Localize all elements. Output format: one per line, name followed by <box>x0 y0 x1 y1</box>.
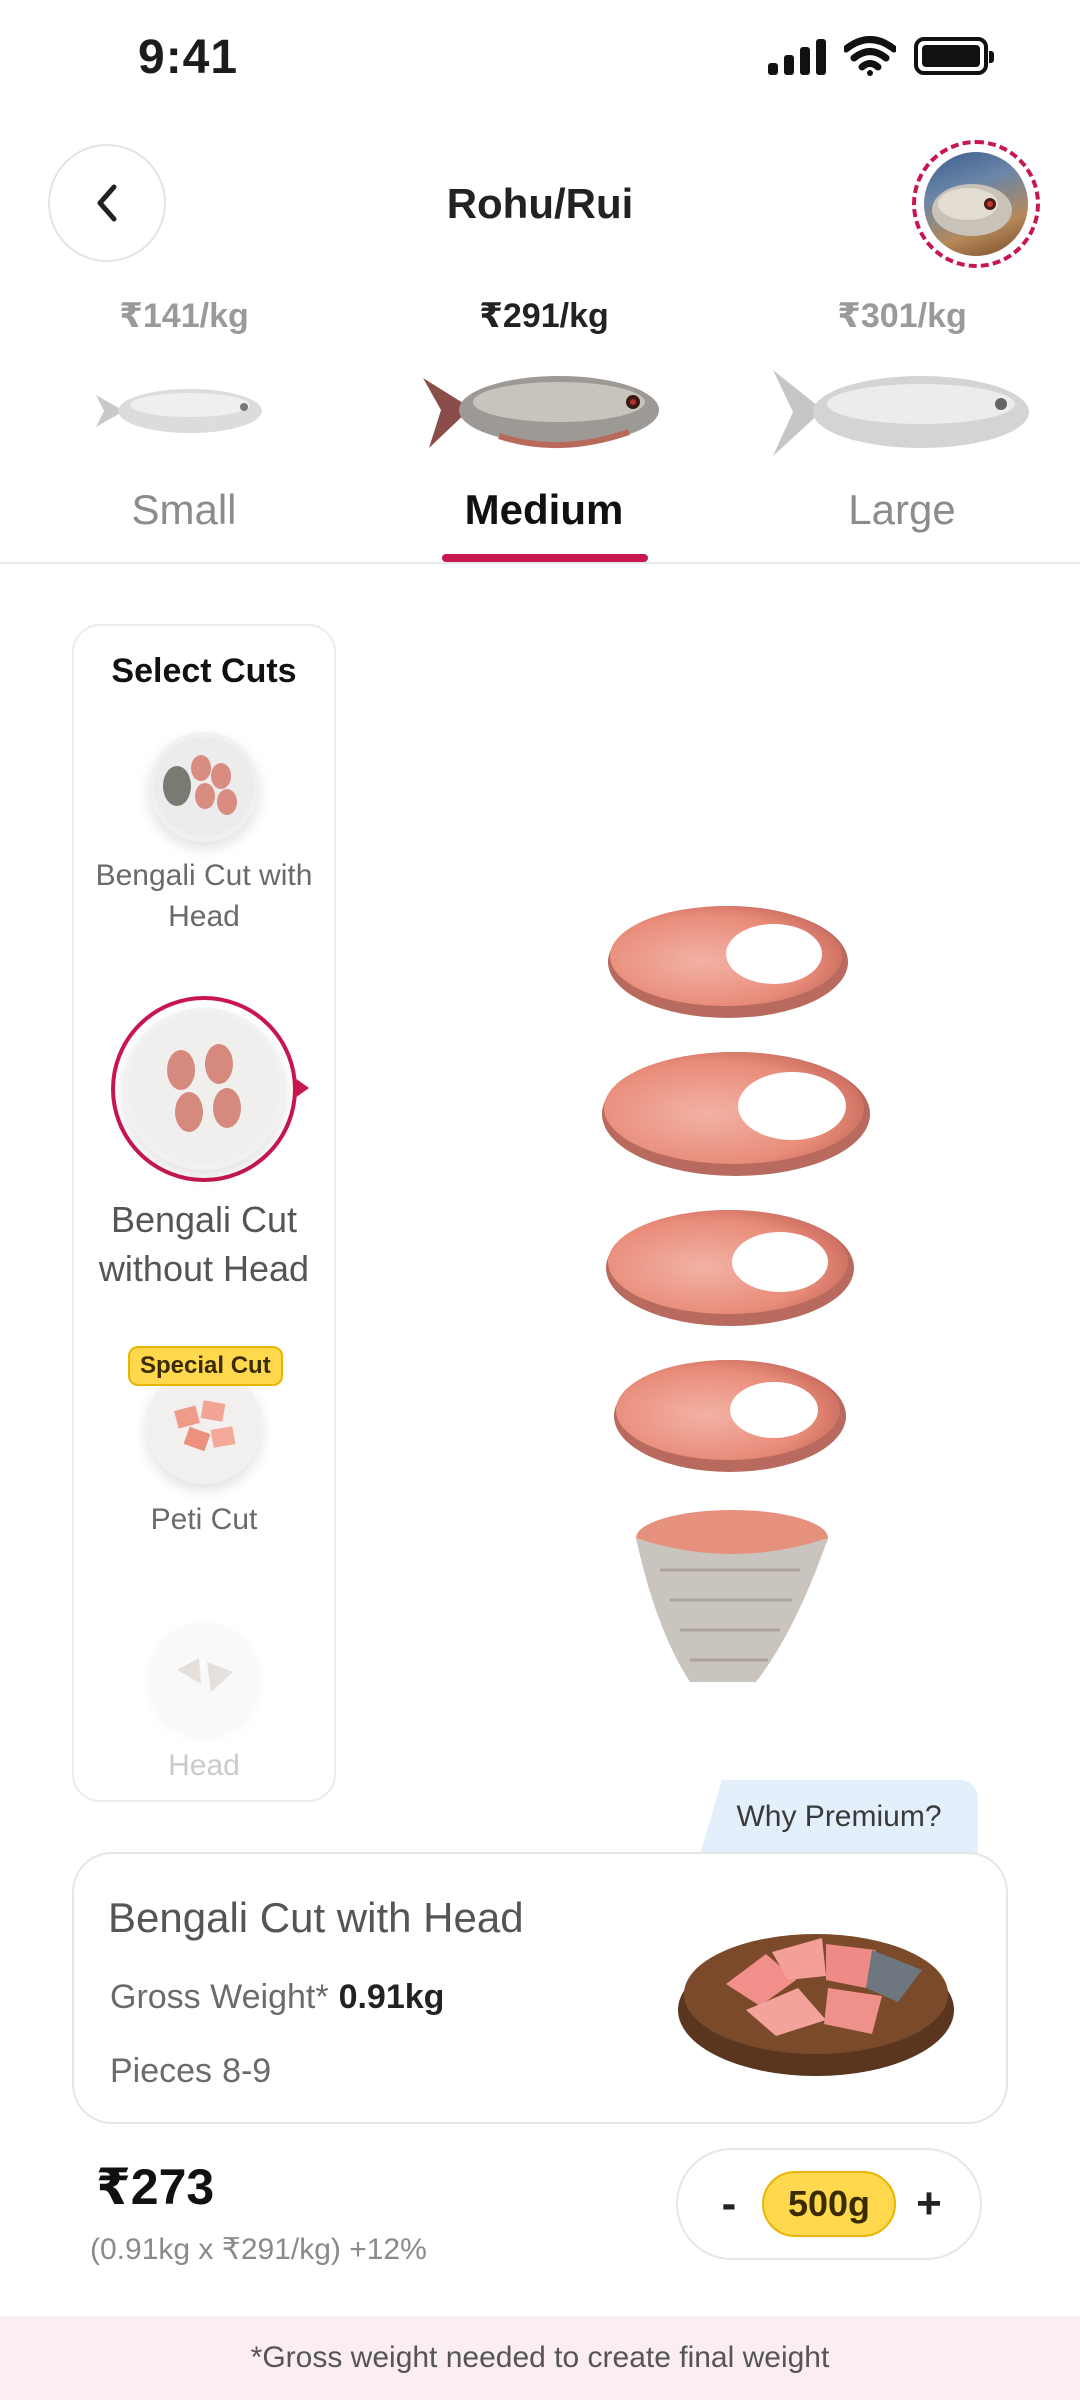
tab-medium-price: ₹291/kg <box>479 297 609 335</box>
cut-option-bengali-without-head[interactable]: Bengali Cut without Head <box>74 996 334 1293</box>
product-image <box>676 1884 966 2084</box>
tab-medium[interactable]: ₹291/kg Medium <box>374 290 714 562</box>
cut-thumb-head <box>149 1622 259 1732</box>
why-premium-link[interactable]: Why Premium? <box>700 1780 978 1854</box>
tab-large-label: Large <box>848 486 956 533</box>
status-icons <box>768 36 994 76</box>
quantity-stepper: - 500g + <box>676 2148 982 2260</box>
pieces-label: Pieces <box>110 2052 213 2090</box>
status-time: 9:41 <box>138 31 239 84</box>
size-tabs: ₹141/kg Small ₹291/kg Medium ₹301/kg Lar… <box>0 290 1080 562</box>
fish-avatar-image <box>924 152 1028 256</box>
decrease-quantity-button[interactable]: - <box>704 2179 754 2229</box>
cuts-title: Select Cuts <box>111 652 297 690</box>
fish-tail-piece <box>636 1510 828 1682</box>
medium-fish-image <box>374 336 714 486</box>
tab-large-price: ₹301/kg <box>837 297 967 335</box>
total-price: ₹273 <box>96 2159 215 2215</box>
pieces-value: 8-9 <box>222 2052 272 2090</box>
selected-cut-ring <box>111 996 309 1182</box>
fish-steak-3 <box>606 1210 854 1326</box>
fish-steak-1 <box>608 906 848 1018</box>
selected-cut-pointer <box>295 1078 309 1098</box>
product-name: Bengali Cut with Head <box>108 1894 524 1941</box>
fish-cut-illustration <box>560 870 920 1690</box>
special-cut-badge: Special Cut <box>128 1346 283 1386</box>
cut-label-bengali-without-head: Bengali Cut without Head <box>98 1199 310 1289</box>
fish-avatar[interactable] <box>912 140 1040 268</box>
tab-large[interactable]: ₹301/kg Large <box>732 290 1072 562</box>
tabs-divider <box>0 562 1080 564</box>
cut-label-head: Head <box>168 1749 240 1782</box>
tab-small-label: Small <box>131 486 237 533</box>
header: Rohu/Rui <box>0 140 1080 270</box>
cut-thumb-bengali-with-head <box>149 732 259 842</box>
cut-option-bengali-with-head[interactable]: Bengali Cut with Head <box>74 732 334 937</box>
cuts-panel[interactable]: Select Cuts Bengali Cut with Head Bengal… <box>72 624 336 1802</box>
small-fish-image <box>14 336 354 486</box>
large-fish-image <box>732 336 1072 486</box>
cut-option-head[interactable]: Head <box>74 1622 334 1787</box>
cellular-signal-icon <box>768 37 826 75</box>
gross-weight-row: Gross Weight* 0.91kg <box>110 1978 444 2017</box>
active-tab-indicator <box>442 554 648 562</box>
cut-label-bengali-with-head: Bengali Cut with Head <box>95 859 313 933</box>
price-breakdown: (0.91kg x ₹291/kg) +12% <box>90 2233 427 2266</box>
gross-weight-label: Gross Weight* <box>110 1978 329 2016</box>
wifi-icon <box>844 36 896 76</box>
cut-label-peti: Peti Cut <box>150 1503 258 1536</box>
gross-weight-footnote: *Gross weight needed to create final wei… <box>0 2316 1080 2400</box>
battery-icon <box>914 37 994 75</box>
product-card: Bengali Cut with Head Gross Weight* 0.91k… <box>72 1852 1008 2124</box>
fish-steak-4 <box>614 1360 846 1472</box>
cut-option-peti[interactable]: Special Cut Peti Cut <box>74 1346 334 1541</box>
tab-small-price: ₹141/kg <box>119 297 249 335</box>
fish-steak-2 <box>602 1052 870 1176</box>
cut-thumb-bengali-without-head <box>123 1008 285 1170</box>
status-bar: 9:41 <box>0 0 1080 120</box>
pieces-row: Pieces 8-9 <box>110 2052 271 2091</box>
increase-quantity-button[interactable]: + <box>904 2179 954 2229</box>
tab-medium-label: Medium <box>464 486 624 533</box>
quantity-value: 500g <box>761 2171 897 2237</box>
tab-small[interactable]: ₹141/kg Small <box>14 290 354 562</box>
gross-weight-value: 0.91kg <box>338 1978 445 2016</box>
